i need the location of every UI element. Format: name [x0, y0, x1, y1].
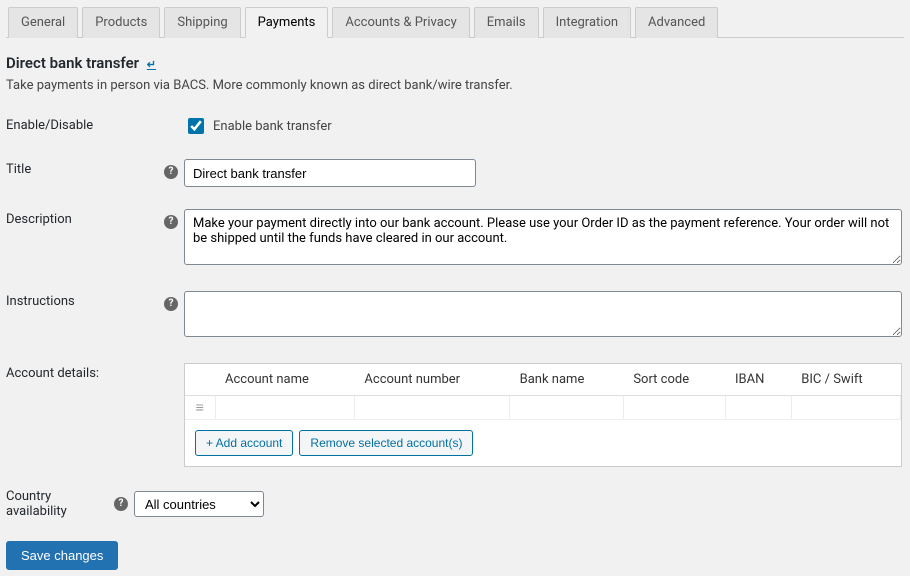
description-textarea[interactable] — [184, 209, 902, 265]
tab-emails[interactable]: Emails — [474, 7, 539, 38]
tab-advanced[interactable]: Advanced — [635, 7, 718, 38]
help-icon[interactable]: ? — [164, 165, 178, 179]
help-icon[interactable]: ? — [164, 215, 178, 229]
col-account-number: Account number — [354, 364, 509, 396]
title-label: Title — [6, 159, 164, 177]
tab-integration[interactable]: Integration — [543, 7, 631, 38]
enable-checkbox-label: Enable bank transfer — [213, 119, 332, 134]
col-account-name: Account name — [215, 364, 354, 396]
tab-accounts-privacy[interactable]: Accounts & Privacy — [332, 7, 469, 38]
col-bic-swift: BIC / Swift — [791, 364, 900, 396]
back-link-icon[interactable]: ↵ — [147, 58, 156, 71]
cell-account-number[interactable] — [354, 396, 509, 420]
account-table: Account name Account number Bank name So… — [184, 363, 902, 467]
tab-products[interactable]: Products — [82, 7, 160, 38]
accounts-label: Account details: — [6, 363, 164, 381]
page-title: Direct bank transfer ↵ — [6, 54, 904, 72]
tab-general[interactable]: General — [8, 7, 78, 38]
cell-sort-code[interactable] — [623, 396, 725, 420]
remove-account-button[interactable]: Remove selected account(s) — [299, 430, 473, 456]
description-label: Description — [6, 209, 164, 227]
help-icon[interactable]: ? — [114, 497, 128, 511]
table-row[interactable]: ≡ — [185, 396, 901, 420]
cell-bic-swift[interactable] — [791, 396, 900, 420]
country-label: Country availability — [6, 489, 114, 519]
instructions-label: Instructions — [6, 291, 164, 309]
col-bank-name: Bank name — [510, 364, 624, 396]
col-sort-code: Sort code — [623, 364, 725, 396]
settings-tabs: General Products Shipping Payments Accou… — [6, 6, 904, 38]
page-title-text: Direct bank transfer — [6, 54, 139, 72]
enable-checkbox[interactable] — [188, 118, 204, 134]
cell-iban[interactable] — [725, 396, 791, 420]
help-icon[interactable]: ? — [164, 297, 178, 311]
enable-label: Enable/Disable — [6, 115, 164, 133]
page-description: Take payments in person via BACS. More c… — [6, 78, 904, 93]
country-select[interactable]: All countries — [134, 491, 264, 517]
cell-account-name[interactable] — [215, 396, 354, 420]
cell-bank-name[interactable] — [510, 396, 624, 420]
drag-handle-icon[interactable]: ≡ — [185, 396, 215, 420]
instructions-textarea[interactable] — [184, 291, 902, 337]
title-input[interactable] — [184, 159, 476, 187]
enable-checkbox-row[interactable]: Enable bank transfer — [184, 115, 904, 137]
add-account-button[interactable]: + Add account — [195, 430, 293, 456]
col-iban: IBAN — [725, 364, 791, 396]
tab-payments[interactable]: Payments — [245, 7, 329, 38]
save-button[interactable]: Save changes — [6, 541, 118, 570]
tab-shipping[interactable]: Shipping — [164, 7, 240, 38]
